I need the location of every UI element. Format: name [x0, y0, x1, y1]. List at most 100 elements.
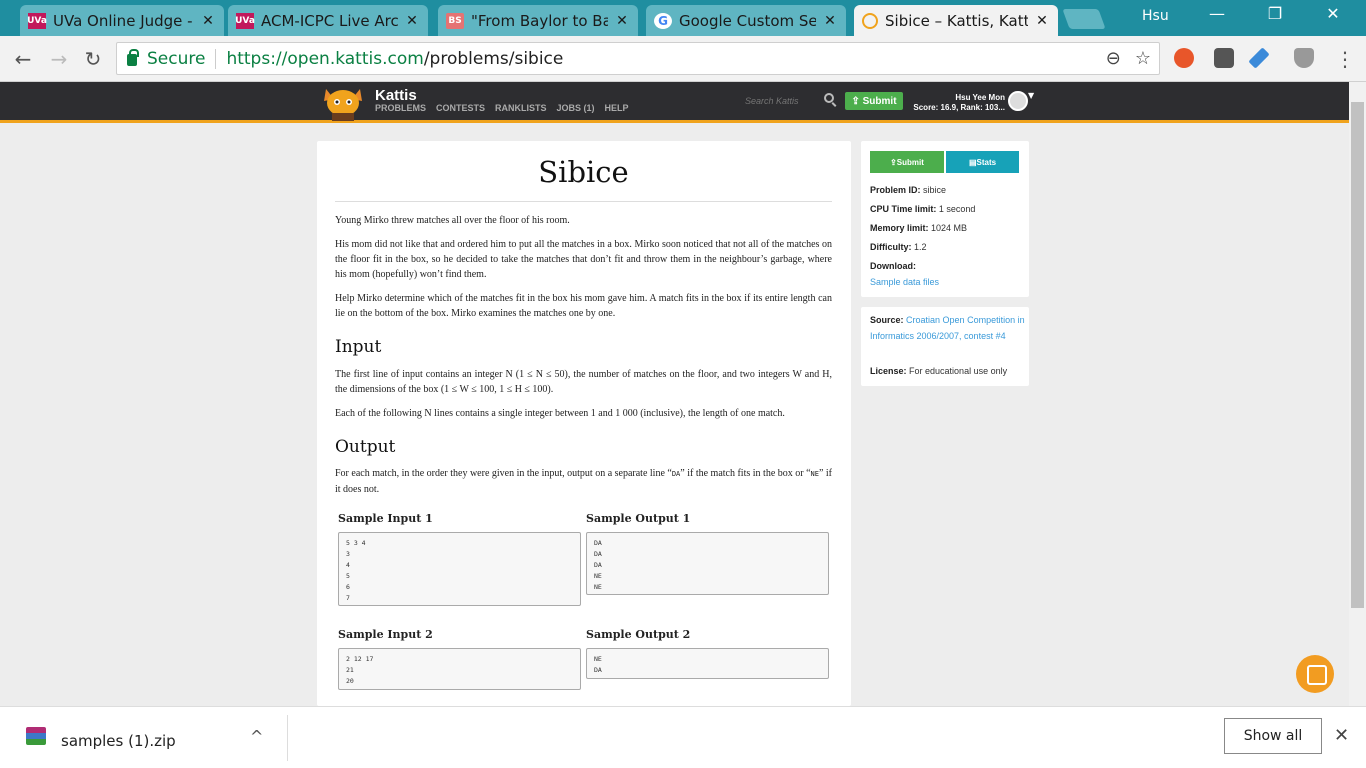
tab-acm-icpc[interactable]: UVa ACM-ICPC Live Archi ✕	[228, 5, 428, 36]
sample-output-2[interactable]: NE DA	[586, 648, 829, 679]
nav-problems[interactable]: PROBLEMS	[375, 103, 426, 113]
source-panel: Source: Croatian Open Competition in Inf…	[861, 307, 1029, 386]
cpu-limit: 1 second	[938, 204, 976, 214]
source-row: Source: Croatian Open Competition in Inf…	[870, 312, 1025, 344]
problem-id: sibice	[923, 185, 947, 195]
difficulty: 1.2	[914, 242, 927, 252]
stats-button[interactable]: ▤Stats	[946, 151, 1019, 173]
kattis-header	[0, 82, 1366, 120]
scrollbar-thumb[interactable]	[1351, 102, 1364, 608]
tab-baylor[interactable]: BS "From Baylor to Bayl ✕	[438, 5, 638, 36]
difficulty-row: Difficulty: 1.2	[870, 239, 1025, 255]
tab-google-custom-search[interactable]: G Google Custom Sear ✕	[646, 5, 846, 36]
output-heading: Output	[335, 437, 396, 457]
reload-icon[interactable]: ↻	[80, 46, 106, 72]
memory-label: Memory limit:	[870, 223, 929, 233]
tab-title: ACM-ICPC Live Archi	[261, 11, 398, 30]
close-tab-icon[interactable]: ✕	[822, 13, 838, 29]
restore-icon[interactable]: ❐	[1260, 4, 1290, 23]
download-file-name[interactable]: samples (1).zip	[61, 732, 176, 750]
pen-extension-icon[interactable]	[1248, 47, 1270, 69]
url-host: https://open.kattis.com	[226, 48, 424, 69]
output-paragraph: For each match, in the order they were g…	[335, 466, 832, 497]
lock-icon	[127, 48, 139, 66]
sample-output-1[interactable]: DA DA DA NE NE	[586, 532, 829, 595]
shield-extension-icon[interactable]	[1294, 48, 1314, 68]
cpu-limit-row: CPU Time limit: 1 second	[870, 201, 1025, 217]
close-tab-icon[interactable]: ✕	[200, 13, 216, 29]
divider	[215, 48, 217, 69]
license-label: License:	[870, 366, 907, 376]
user-name: Hsu Yee Mon	[955, 93, 1005, 102]
close-tab-icon[interactable]: ✕	[614, 13, 630, 29]
tab-title: UVa Online Judge - I	[53, 11, 194, 30]
extension-1-icon[interactable]	[1174, 48, 1194, 68]
uva-favicon-icon: UVa	[235, 12, 255, 29]
header-submit-button[interactable]: ⇪ Submit	[845, 92, 903, 110]
zip-archive-icon	[26, 727, 46, 745]
source-label: Source:	[870, 315, 904, 325]
sample-output-1-label: Sample Output 1	[586, 512, 691, 525]
problem-paragraph-3: Help Mirko determine which of the matche…	[335, 293, 832, 319]
nav-help[interactable]: HELP	[605, 103, 629, 113]
avatar[interactable]	[1008, 91, 1028, 111]
tab-sibice-kattis[interactable]: Sibice – Kattis, Kattis ✕	[854, 5, 1058, 36]
nav-contests[interactable]: CONTESTS	[436, 103, 485, 113]
problem-intro: Young Mirko threw matches all over the f…	[335, 215, 570, 226]
submit-button[interactable]: ⇪Submit	[870, 151, 944, 173]
secure-indicator[interactable]: Secure	[117, 48, 206, 69]
input-paragraph-2: Each of the following N lines contains a…	[335, 408, 785, 419]
user-info[interactable]: Hsu Yee Mon Score: 16.9, Rank: 103...	[905, 93, 1005, 113]
tab-uva-online-judge[interactable]: UVa UVa Online Judge - I ✕	[20, 5, 224, 36]
problem-id-label: Problem ID:	[870, 185, 921, 195]
new-tab-button[interactable]	[1062, 9, 1106, 29]
uva-favicon-icon: UVa	[27, 12, 47, 29]
kattis-favicon-icon	[862, 12, 878, 29]
sample-data-link[interactable]: Sample data files	[870, 274, 1025, 290]
sample-output-2-label: Sample Output 2	[586, 628, 691, 641]
kattis-brand[interactable]: Kattis	[375, 87, 417, 104]
close-download-bar-icon[interactable]: ✕	[1334, 725, 1349, 746]
zoom-icon[interactable]: ⊖	[1106, 48, 1121, 69]
download-row: Download:	[870, 258, 1025, 274]
submit-label: Submit	[896, 157, 924, 167]
chevron-up-icon[interactable]: ^	[250, 727, 263, 746]
input-paragraph-1: The first line of input contains an inte…	[335, 369, 832, 395]
google-favicon-icon: G	[654, 12, 672, 29]
minimize-icon[interactable]: —	[1202, 4, 1232, 23]
menu-icon[interactable]: ⋮	[1332, 46, 1358, 72]
chat-widget-icon[interactable]	[1296, 655, 1334, 693]
search-icon[interactable]	[824, 93, 834, 103]
url-path: /problems/sibice	[423, 48, 564, 69]
download-label: Download:	[870, 261, 916, 271]
forward-icon[interactable]: →	[46, 46, 72, 72]
tab-title: Sibice – Kattis, Kattis	[885, 11, 1028, 30]
pocket-icon[interactable]	[1214, 48, 1234, 68]
user-dropdown-caret-icon[interactable]: ▼	[1028, 91, 1034, 100]
nav-ranklists[interactable]: RANKLISTS	[495, 103, 547, 113]
tab-strip: UVa UVa Online Judge - I ✕ UVa ACM-ICPC …	[0, 0, 1366, 36]
kattis-cat-logo-icon[interactable]	[318, 85, 368, 121]
back-icon[interactable]: ←	[10, 46, 36, 72]
address-bar[interactable]: Secure https://open.kattis.com/problems/…	[116, 42, 1160, 75]
download-bar: samples (1).zip ^ Show all ✕	[0, 706, 1366, 768]
show-all-button[interactable]: Show all	[1224, 718, 1322, 754]
sample-input-1[interactable]: 5 3 4 3 4 5 6 7	[338, 532, 581, 606]
close-tab-icon[interactable]: ✕	[1034, 13, 1050, 29]
license: For educational use only	[909, 366, 1008, 376]
stats-label: Stats	[976, 157, 997, 167]
secure-label: Secure	[147, 48, 206, 69]
license-row: License: For educational use only	[870, 363, 1025, 379]
divider	[335, 201, 832, 202]
sample-input-2-label: Sample Input 2	[338, 628, 433, 641]
tab-title: "From Baylor to Bayl	[471, 11, 608, 30]
bookmark-star-icon[interactable]: ☆	[1135, 48, 1151, 69]
close-tab-icon[interactable]: ✕	[404, 13, 420, 29]
problem-paragraph-2: His mom did not like that and ordered hi…	[335, 239, 832, 280]
close-window-icon[interactable]: ✕	[1318, 4, 1348, 23]
url-text[interactable]: https://open.kattis.com/problems/sibice	[226, 49, 563, 69]
profile-name[interactable]: Hsu	[1142, 8, 1169, 24]
nav-jobs[interactable]: JOBS (1)	[557, 103, 595, 113]
sample-input-2[interactable]: 2 12 17 21 20	[338, 648, 581, 690]
divider	[287, 715, 288, 761]
